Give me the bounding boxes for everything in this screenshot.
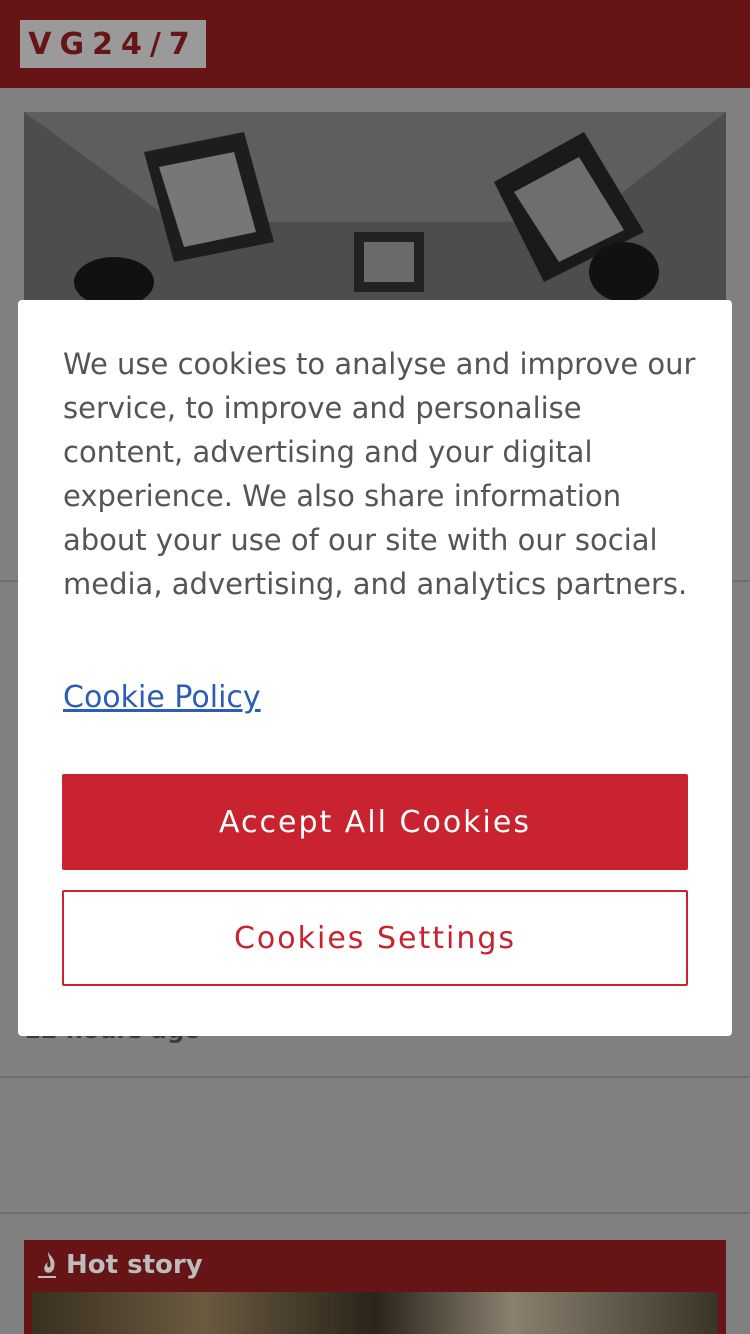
cookie-consent-dialog: We use cookies to analyse and improve ou… xyxy=(18,300,732,1036)
site-header: VG24/7 xyxy=(0,0,750,88)
cookies-settings-button[interactable]: Cookies Settings xyxy=(62,890,688,986)
cookie-policy-link[interactable]: Cookie Policy xyxy=(63,680,261,715)
logo-text: VG24/7 xyxy=(28,26,198,62)
site-logo[interactable]: VG24/7 xyxy=(20,20,206,68)
accept-all-cookies-button[interactable]: Accept All Cookies xyxy=(62,774,688,870)
cookie-message: We use cookies to analyse and improve ou… xyxy=(63,347,696,601)
